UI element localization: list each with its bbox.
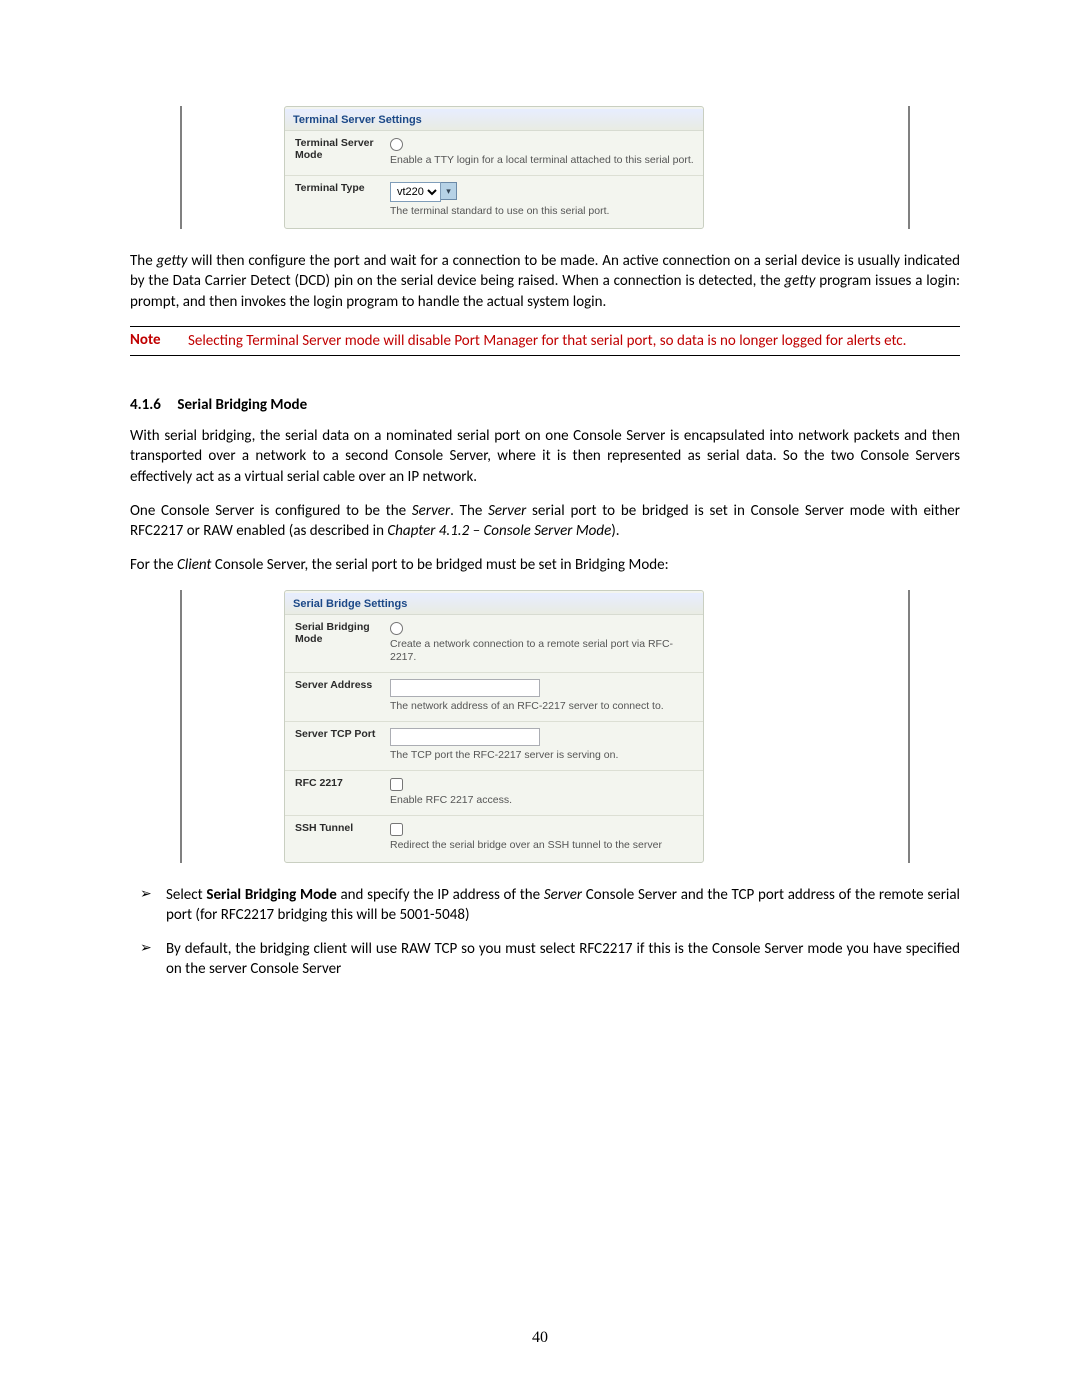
serial-bridge-settings-panel: Serial Bridge Settings Serial Bridging M… — [284, 590, 704, 863]
field-content: Redirect the serial bridge over an SSH t… — [390, 822, 695, 852]
list-item: By default, the bridging client will use… — [166, 939, 960, 980]
field-description: Enable RFC 2217 access. — [390, 794, 695, 807]
panel-title: Serial Bridge Settings — [285, 593, 703, 615]
document-page: Terminal Server Settings Terminal Server… — [0, 0, 1080, 1397]
field-description: Enable a TTY login for a local terminal … — [390, 154, 695, 167]
text-italic: Client — [177, 556, 211, 574]
list-item: Select Serial Bridging Mode and specify … — [166, 885, 960, 926]
field-description: Redirect the serial bridge over an SSH t… — [390, 839, 695, 852]
decorative-border — [908, 106, 910, 229]
field-description: The network address of an RFC-2217 serve… — [390, 700, 695, 713]
row-serial-bridging-mode: Serial Bridging Mode Create a network co… — [285, 615, 703, 673]
text: and specify the IP address of the — [337, 886, 544, 904]
field-content: Enable RFC 2217 access. — [390, 777, 695, 807]
body-paragraph: One Console Server is configured to be t… — [130, 501, 960, 542]
field-label: Terminal Type — [295, 182, 390, 194]
note-callout: Note Selecting Terminal Server mode will… — [130, 326, 960, 356]
serial-bridging-mode-radio[interactable] — [390, 622, 403, 635]
server-address-input[interactable] — [390, 679, 540, 697]
screenshot-serial-bridge-settings: Serial Bridge Settings Serial Bridging M… — [180, 590, 910, 863]
field-content: The network address of an RFC-2217 serve… — [390, 679, 695, 713]
terminal-server-settings-panel: Terminal Server Settings Terminal Server… — [284, 106, 704, 229]
decorative-border — [180, 590, 182, 863]
text-italic: getty — [784, 272, 815, 290]
screenshot-terminal-server-settings: Terminal Server Settings Terminal Server… — [180, 106, 910, 229]
section-title: Serial Bridging Mode — [177, 396, 307, 414]
server-tcp-port-input[interactable] — [390, 728, 540, 746]
rfc-2217-checkbox[interactable] — [390, 778, 403, 791]
page-number: 40 — [0, 1329, 1080, 1347]
field-description: The TCP port the RFC-2217 server is serv… — [390, 749, 695, 762]
note-text: Selecting Terminal Server mode will disa… — [188, 331, 960, 351]
field-label: SSH Tunnel — [295, 822, 390, 834]
text-bold: Serial Bridging Mode — [206, 886, 336, 904]
row-terminal-type: Terminal Type vt220 ▾ The terminal stand… — [285, 176, 703, 226]
terminal-type-select[interactable]: vt220 — [390, 182, 441, 202]
text-italic: getty — [157, 252, 188, 270]
field-label: RFC 2217 — [295, 777, 390, 789]
row-server-tcp-port: Server TCP Port The TCP port the RFC-221… — [285, 722, 703, 771]
text-italic: Server — [488, 502, 526, 520]
field-content: Create a network connection to a remote … — [390, 621, 695, 664]
decorative-border — [908, 590, 910, 863]
text: . The — [450, 502, 488, 520]
note-label: Note — [130, 331, 188, 351]
body-paragraph: The getty will then configure the port a… — [130, 251, 960, 312]
text: Select — [166, 886, 206, 904]
field-description: Create a network connection to a remote … — [390, 638, 695, 664]
row-server-address: Server Address The network address of an… — [285, 673, 703, 722]
field-content: Enable a TTY login for a local terminal … — [390, 137, 695, 167]
text-italic: Server — [412, 502, 450, 520]
text-italic: Server — [544, 886, 582, 904]
text: The — [130, 252, 157, 270]
body-paragraph: For the Client Console Server, the seria… — [130, 555, 960, 575]
decorative-border — [180, 106, 182, 229]
text: Console Server, the serial port to be br… — [211, 556, 668, 574]
field-content: vt220 ▾ The terminal standard to use on … — [390, 182, 695, 218]
terminal-server-mode-radio[interactable] — [390, 138, 403, 151]
text-italic: Chapter 4.1.2 – Console Server Mode — [387, 522, 611, 540]
body-paragraph: With serial bridging, the serial data on… — [130, 426, 960, 487]
chevron-down-icon[interactable]: ▾ — [441, 182, 457, 200]
text: One Console Server is configured to be t… — [130, 502, 412, 520]
field-label: Server TCP Port — [295, 728, 390, 740]
panel-title: Terminal Server Settings — [285, 109, 703, 131]
row-ssh-tunnel: SSH Tunnel Redirect the serial bridge ov… — [285, 816, 703, 860]
field-label: Serial Bridging Mode — [295, 621, 390, 645]
row-terminal-server-mode: Terminal Server Mode Enable a TTY login … — [285, 131, 703, 176]
field-content: The TCP port the RFC-2217 server is serv… — [390, 728, 695, 762]
section-number: 4.1.6 — [130, 396, 174, 414]
section-heading: 4.1.6 Serial Bridging Mode — [130, 396, 960, 414]
field-description: The terminal standard to use on this ser… — [390, 205, 695, 218]
bullet-list: Select Serial Bridging Mode and specify … — [130, 885, 960, 980]
field-label: Terminal Server Mode — [295, 137, 390, 161]
field-label: Server Address — [295, 679, 390, 691]
ssh-tunnel-checkbox[interactable] — [390, 823, 403, 836]
text: For the — [130, 556, 177, 574]
row-rfc-2217: RFC 2217 Enable RFC 2217 access. — [285, 771, 703, 816]
text: ). — [611, 522, 619, 540]
